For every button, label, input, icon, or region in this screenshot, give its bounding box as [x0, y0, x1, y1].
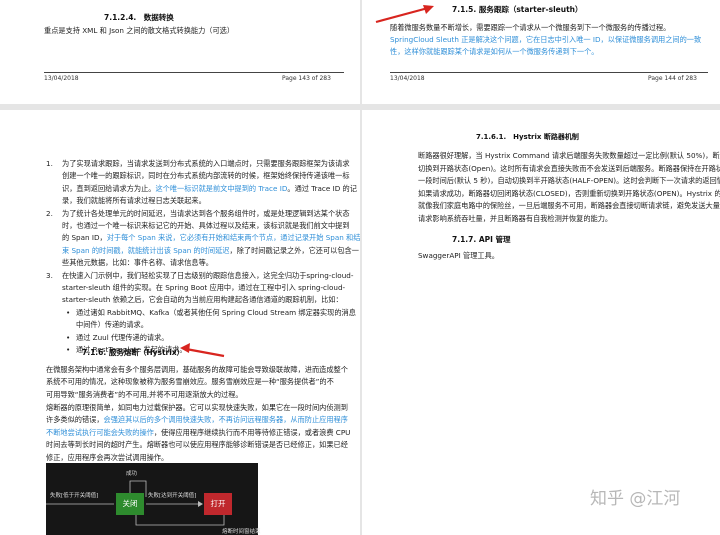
list-number: 1.: [46, 159, 53, 168]
list-item-line: 录，我们就能将所有请求过程日志关联起来。: [62, 195, 206, 207]
paragraph-line: 许多类似的错误，会强迫其以后的多个调用快速失败，不再访问远程服务器，从而防止应用…: [46, 414, 348, 426]
bullet-item-line: 中间件）传递的请求。: [76, 320, 148, 330]
text-run: 为了统计各处理单元的时间延迟，当请求达到各个服务组件时，或是处理逻辑到达某个状态: [62, 208, 350, 218]
bullet-icon: •: [66, 332, 71, 342]
section-heading-api: 7.1.7. API 管理: [452, 235, 511, 244]
footer-rule: [44, 72, 344, 73]
text-run: 为了实现请求跟踪，当请求发送到分布式系统的入口端点时，只需要服务跟踪框架为该请求: [62, 159, 350, 168]
list-number: 2.: [46, 208, 53, 218]
list-item-line: starter-sleuth 组件的实现。在 Spring Boot 应用中，通…: [62, 282, 345, 294]
footer-page-number: Page 143 of 283: [282, 75, 331, 82]
bullet-item-line: 通过诸如 RabbitMQ、Kafka（或者其他任何 Spring Cloud …: [76, 307, 356, 317]
list-item-line: 为了统计各处理单元的时间延迟，当请求达到各个服务组件时，或是处理逻辑到达某个状态: [62, 208, 350, 220]
list-item-line: starter-sleuth 依赖之后，它会自动的为当前应用构建起各通信通道的跟…: [62, 294, 343, 306]
paragraph-line: 一段时间后(默认 5 秒)，自动切换到半开路状态(HALF-OPEN)。这时会判…: [418, 176, 720, 186]
paragraph-line: 就像我们家庭电路中的保险丝，一旦后端服务不可用，断路器会直接切断请求链，避免发送…: [418, 201, 720, 211]
highlight-run: 对于每个 Span 来说，它必须有开始和结束两个节点，通过记录开始 Span 和…: [106, 233, 360, 243]
text-run: 的 Span ID，: [62, 233, 107, 243]
circuit-breaker-diagram: 成功 失败[低于开关阈值] 关闭 失败[达到开关阈值] 打开 熔断时间窗结束: [46, 463, 261, 535]
paragraph-line: 时间去等到长时间的超时产生。熔断器也可以使应用程序能够诊断错误是否已经修正，如果…: [46, 439, 348, 451]
list-item-line: 在快速入门示例中，我们轻松实现了日志级别的跟踪信息接入，这完全归功于spring…: [62, 270, 353, 282]
paragraph-line: 如果请求成功，断路器切回闭路状态(CLOSED)，否则重新切换到开路状态(OPE…: [418, 188, 720, 198]
paragraph-line: 断路器很好理解，当 Hystrix Command 请求后端服务失败数量超过一定…: [418, 151, 720, 160]
list-item-line: 束 Span 的时间戳，就能统计出该 Span 的时间延迟，除了时间戳记录之外，…: [62, 245, 359, 257]
paragraph-line: 修正，应用程序会再次尝试调用操作。: [46, 452, 168, 464]
list-item-line: 的 Span ID，对于每个 Span 来说，它必须有开始和结束两个节点，通过记…: [62, 232, 360, 244]
highlight-run: 这个唯一标识就是前文中提到的 Trace ID: [155, 183, 288, 193]
text-run: starter-sleuth 组件的实现。在 Spring Boot 应用中，通…: [62, 283, 346, 292]
list-item-line: 识，直到返回给请求方为止。这个唯一标识就是前文中提到的 Trace ID。通过 …: [62, 183, 357, 195]
red-arrow-icon: [180, 343, 225, 358]
text-run: 在快速入门示例中，我们轻松实现了日志级别的跟踪信息接入，这完全归功于spring…: [62, 270, 354, 280]
footer-date: 13/04/2018: [390, 75, 425, 82]
diagram-label-fail-below: 失败[低于开关阈值]: [50, 493, 99, 499]
state-closed-box: 关闭: [116, 493, 144, 515]
section-heading: 7.1.2.4. 数据转换: [104, 13, 174, 22]
bullet-icon: •: [66, 307, 71, 317]
bullet-item-line: 通过 Zuul 代理传递的请求。: [76, 332, 169, 342]
highlight-run: 会强迫其以后的多个调用快速失败，不再访问远程服务器，从而防止应用程序: [103, 415, 348, 425]
paragraph-line: 熔断器的原理很简单，如同电力过载保护器。它可以实现快速失败，如果它在一段时间内侦…: [46, 402, 348, 414]
watermark: 知乎 @江河: [590, 489, 681, 509]
red-arrow-icon: [375, 5, 434, 24]
paragraph-line: 可用导致“服务消费者”的不可用,并将不可用逐渐放大的过程。: [46, 389, 243, 399]
text-run: 许多类似的错误，: [46, 415, 104, 425]
text-run: ，除了时间戳记录之外，它还可以包含一: [229, 245, 359, 255]
body-text: 重点是支持 XML 和 Json 之间的散文格式转换能力（可选）: [44, 26, 235, 35]
body-text-highlight: Spring: [390, 35, 414, 44]
footer-date: 13/04/2018: [44, 75, 79, 82]
text-run: 些其他元数据，比如：事件名称、请求信息等。: [62, 258, 213, 268]
text-run: 创建一个唯一的跟踪标识，同时在分布式系统内部流转的时候，框架始终保持传递该唯一标: [62, 171, 350, 181]
paragraph-line: 在微服务架构中通常会有多个服务层调用，基础服务的故障可能会导致级联故障，进而造成…: [46, 365, 348, 374]
footer-rule: [390, 72, 708, 73]
section-heading: 7.1.6.1. Hystrix 断路器机制: [476, 133, 579, 141]
text-run: ，使得应用程序继续执行而不用等待修正错误，或者浪费 CPU: [153, 427, 351, 437]
body-text: SwaggerAPI 管理工具。: [418, 251, 499, 260]
text-run: starter-sleuth 依赖之后，它会自动的为当前应用构建起各通信通道的跟…: [62, 295, 343, 305]
diagram-label-timeout: 熔断时间窗结束: [222, 529, 261, 535]
highlight-run: 不断地尝试执行可能会失败的操作: [46, 427, 154, 437]
footer-page-number: Page 144 of 283: [648, 75, 697, 82]
list-item-line: 创建一个唯一的跟踪标识，同时在分布式系统内部流转的时候，框架始终保持传递该唯一标: [62, 170, 350, 182]
left-page: 1. 为了实现请求跟踪，当请求发送到分布式系统的入口端点时，只需要服务跟踪框架为该…: [0, 110, 360, 535]
top-left-page: 7.1.2.4. 数据转换 重点是支持 XML 和 Json 之间的散文格式转换…: [0, 0, 360, 104]
diagram-label-fail-reached: 失败[达到开关阈值]: [148, 493, 197, 499]
highlight-run: 束 Span 的时间戳，就能统计出该 Span 的时间延迟: [62, 245, 230, 255]
text-run: 时，也通过一个唯一标识来标记它的开始、具体过程以及结束，该标识就是我们前文中提到: [62, 221, 350, 230]
list-item-line: 时，也通过一个唯一标识来标记它的开始、具体过程以及结束，该标识就是我们前文中提到: [62, 220, 350, 232]
section-heading: 7.1.5. 服务跟踪（starter-sleuth）: [452, 5, 583, 14]
state-open-box: 打开: [204, 493, 232, 515]
list-item-line: 些其他元数据，比如：事件名称、请求信息等。: [62, 257, 213, 269]
list-item-line: 为了实现请求跟踪，当请求发送到分布式系统的入口端点时，只需要服务跟踪框架为该请求: [62, 158, 350, 170]
paragraph-line: 切换到开路状态(Open)。这时所有请求会直接失败而不会发送到后端服务。断路器保…: [418, 163, 720, 173]
right-page: 7.1.6.1. Hystrix 断路器机制 断路器很好理解，当 Hystrix…: [362, 110, 720, 535]
paragraph-line: 不断地尝试执行可能会失败的操作，使得应用程序继续执行而不用等待修正错误，或者浪费…: [46, 427, 350, 439]
paragraph-line: 系统不可用的情况，这种现象被称为服务雪崩效应。服务雪崩效应是一种“服务提供者”的…: [46, 377, 334, 387]
text-run: 识，直到返回给请求方为止。: [62, 183, 156, 193]
list-number: 3.: [46, 270, 53, 280]
text-run: 。通过 Trace ID 的记: [287, 183, 357, 193]
bullet-icon: •: [66, 345, 71, 354]
body-text-highlight: Cloud Sleuth 正是解决这个问题，它在日志中引入唯一 ID，以保证微服…: [390, 35, 702, 56]
text-run: 修正，应用程序会再次尝试调用操作。: [46, 452, 169, 462]
paragraph-line: 请求影响系统吞吐量，并且断路器有自我检测并恢复的能力。: [418, 214, 613, 223]
text-run: 时间去等到长时间的超时产生。熔断器也可以使应用程序能够诊断错误是否已经修正，如果…: [46, 440, 348, 450]
text-run: 录，我们就能将所有请求过程日志关联起来。: [62, 196, 206, 206]
section-heading-hystrix: 7.1.6. 服务熔断（Hystrix）: [82, 348, 185, 357]
body-text: 随着微服务数量不断增长，需要跟踪一个请求从一个微服务到下一个微服务的传播过程。S…: [390, 22, 708, 58]
text-run: 熔断器的原理很简单，如同电力过载保护器。它可以实现快速失败，如果它在一段时间内侦…: [46, 403, 348, 412]
